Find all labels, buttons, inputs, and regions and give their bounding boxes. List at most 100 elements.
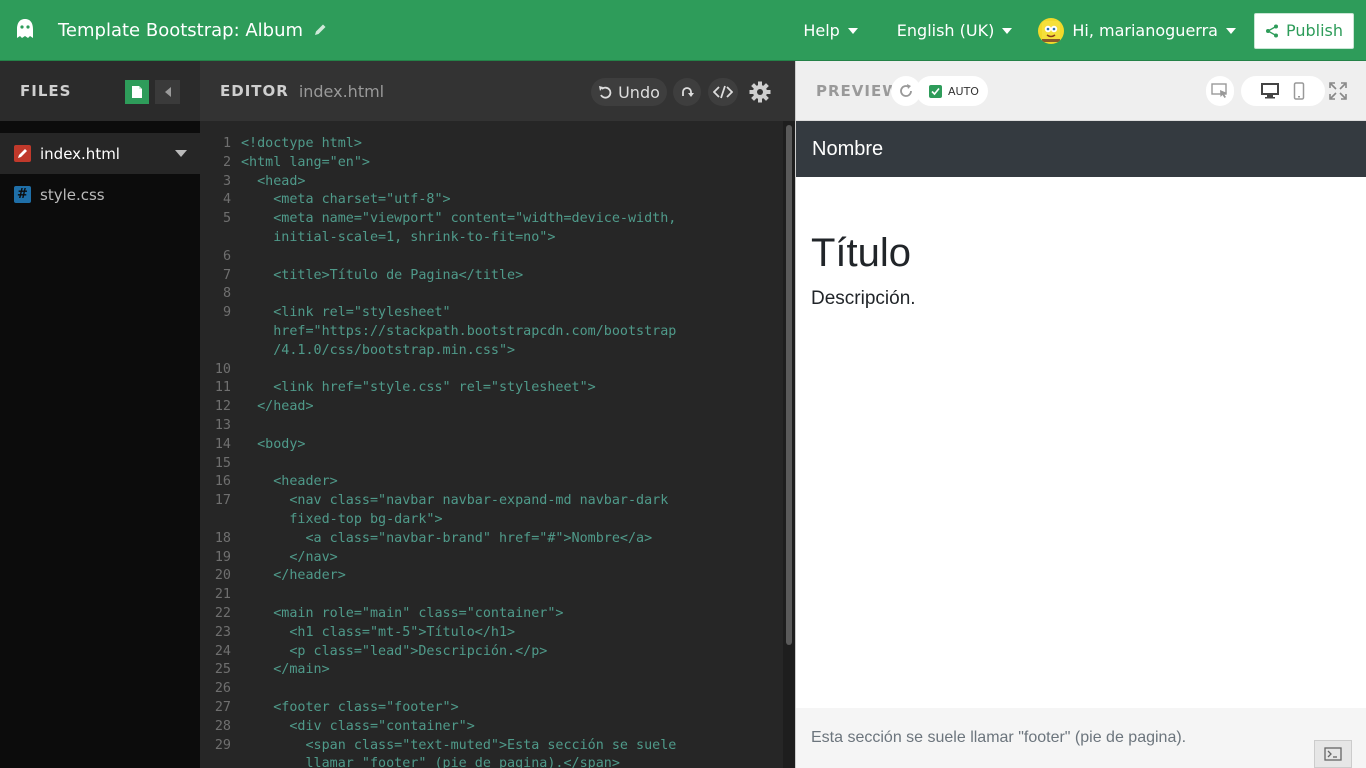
code-line[interactable]: 12 </head> [200, 398, 783, 417]
preview-navbar: Nombre [796, 121, 1366, 177]
format-code-button[interactable] [708, 78, 738, 106]
gear-icon [749, 81, 771, 103]
mobile-view-icon[interactable] [1293, 82, 1305, 100]
user-menu[interactable]: Hi, marianoguerra [1038, 17, 1236, 44]
code-text: <head> [241, 173, 306, 189]
redo-button[interactable] [673, 78, 701, 106]
code-line[interactable]: 11 <link href="style.css" rel="styleshee… [200, 379, 783, 398]
code-line[interactable]: 1 <!doctype html> [200, 135, 783, 154]
code-line[interactable]: 8 [200, 285, 783, 304]
code-line[interactable]: initial-scale=1, shrink-to-fit=no"> [200, 229, 783, 248]
files-header: FILES [0, 61, 200, 121]
code-line[interactable]: 3 <head> [200, 173, 783, 192]
chevron-down-icon[interactable] [175, 150, 187, 157]
inspect-element-button[interactable] [1206, 76, 1234, 106]
line-number: 3 [222, 173, 231, 189]
code-line[interactable]: 24 <p class="lead">Descripción.</p> [200, 643, 783, 662]
app-logo-icon[interactable] [0, 0, 50, 61]
code-line[interactable]: 18 <a class="navbar-brand" href="#">Nomb… [200, 530, 783, 549]
line-number: 25 [214, 662, 231, 678]
code-line[interactable]: /4.1.0/css/bootstrap.min.css"> [200, 342, 783, 361]
preview-title: PREVIEW [816, 81, 900, 100]
line-number: 15 [214, 455, 231, 471]
code-line[interactable]: 27 <footer class="footer"> [200, 699, 783, 718]
code-line[interactable]: href="https://stackpath.bootstrapcdn.com… [200, 323, 783, 342]
auto-refresh-label: AUTO [948, 84, 979, 98]
auto-refresh-toggle[interactable]: AUTO [916, 76, 988, 106]
publish-button-label: Publish [1285, 21, 1343, 40]
language-menu[interactable]: English (UK) [897, 21, 1013, 40]
code-line[interactable]: 14 <body> [200, 436, 783, 455]
code-text: llamar "footer" (pie de pagina).</span> [241, 756, 620, 768]
editor-scrollbar-thumb[interactable] [786, 125, 792, 645]
line-number: 12 [214, 399, 231, 415]
preview-header: PREVIEW AUTO [796, 61, 1366, 121]
refresh-button[interactable] [891, 76, 921, 106]
collapse-panel-button[interactable] [155, 80, 180, 104]
code-line[interactable]: llamar "footer" (pie de pagina).</span> [200, 755, 783, 768]
code-line[interactable]: 4 <meta charset="utf-8"> [200, 191, 783, 210]
code-line[interactable]: 13 [200, 417, 783, 436]
files-panel: FILES index.html # style.css [0, 61, 200, 768]
code-line[interactable]: 17 <nav class="navbar navbar-expand-md n… [200, 492, 783, 511]
chevron-down-icon [1002, 27, 1013, 34]
code-line[interactable]: 7 <title>Título de Pagina</title> [200, 267, 783, 286]
inspect-icon [1211, 83, 1227, 98]
code-line[interactable]: 23 <h1 class="mt-5">Título</h1> [200, 624, 783, 643]
document-title[interactable]: Template Bootstrap: Album [58, 20, 327, 41]
preview-lead-text: Descripción. [811, 288, 916, 309]
preview-navbar-brand[interactable]: Nombre [812, 138, 883, 161]
pencil-icon [14, 145, 31, 162]
desktop-view-icon[interactable] [1261, 83, 1279, 99]
redo-icon [682, 87, 694, 97]
file-item-index-html[interactable]: index.html [0, 133, 200, 174]
share-icon [1265, 24, 1278, 37]
line-number: 23 [214, 624, 231, 640]
code-line[interactable]: 20 </header> [200, 567, 783, 586]
document-title-text: Template Bootstrap: Album [58, 19, 304, 41]
code-text: <nav class="navbar navbar-expand-md navb… [241, 493, 669, 509]
editor-filename: index.html [298, 81, 385, 101]
code-line[interactable]: 29 <span class="text-muted">Esta sección… [200, 737, 783, 756]
code-line[interactable]: 6 [200, 248, 783, 267]
code-line[interactable]: 21 [200, 586, 783, 605]
code-editor[interactable]: 1 <!doctype html> 2 <html lang="en"> 3 <head… [200, 121, 783, 768]
code-line[interactable]: 9 <link rel="stylesheet" [200, 304, 783, 323]
code-line[interactable]: 22 <main role="main" class="container"> [200, 605, 783, 624]
code-line[interactable]: 15 [200, 455, 783, 474]
editor-scrollbar[interactable] [783, 121, 795, 768]
file-item-label: index.html [40, 144, 120, 163]
editor-settings-button[interactable] [746, 78, 774, 106]
code-line[interactable]: 16 <header> [200, 473, 783, 492]
edit-pencil-icon[interactable] [313, 23, 327, 37]
line-number: 26 [214, 681, 231, 697]
line-number: 27 [214, 699, 231, 715]
file-item-style-css[interactable]: # style.css [0, 174, 200, 215]
code-line[interactable]: fixed-top bg-dark"> [200, 511, 783, 530]
publish-button[interactable]: Publish [1253, 12, 1354, 49]
code-line[interactable]: 26 [200, 680, 783, 699]
code-line[interactable]: 19 </nav> [200, 549, 783, 568]
file-item-label: style.css [40, 185, 105, 204]
code-line[interactable]: 10 [200, 361, 783, 380]
code-text: href="https://stackpath.bootstrapcdn.com… [241, 323, 677, 339]
code-text: initial-scale=1, shrink-to-fit=no"> [241, 229, 556, 245]
undo-button[interactable]: Undo [591, 78, 667, 106]
code-line[interactable]: 28 <div class="container"> [200, 718, 783, 737]
help-menu[interactable]: Help [803, 21, 858, 40]
new-file-button[interactable] [125, 80, 149, 104]
hash-icon: # [14, 186, 31, 203]
code-line[interactable]: 5 <meta name="viewport" content="width=d… [200, 210, 783, 229]
fullscreen-button[interactable] [1324, 76, 1352, 106]
code-text: <header> [241, 474, 338, 490]
line-number: 16 [214, 474, 231, 490]
code-line[interactable]: 25 </main> [200, 661, 783, 680]
chevron-down-icon [847, 27, 858, 34]
code-text: <span class="text-muted">Esta sección se… [241, 737, 677, 753]
preview-footer: Esta sección se suele llamar "footer" (p… [796, 708, 1366, 768]
console-button[interactable] [1314, 740, 1352, 768]
code-line[interactable]: 2 <html lang="en"> [200, 154, 783, 173]
